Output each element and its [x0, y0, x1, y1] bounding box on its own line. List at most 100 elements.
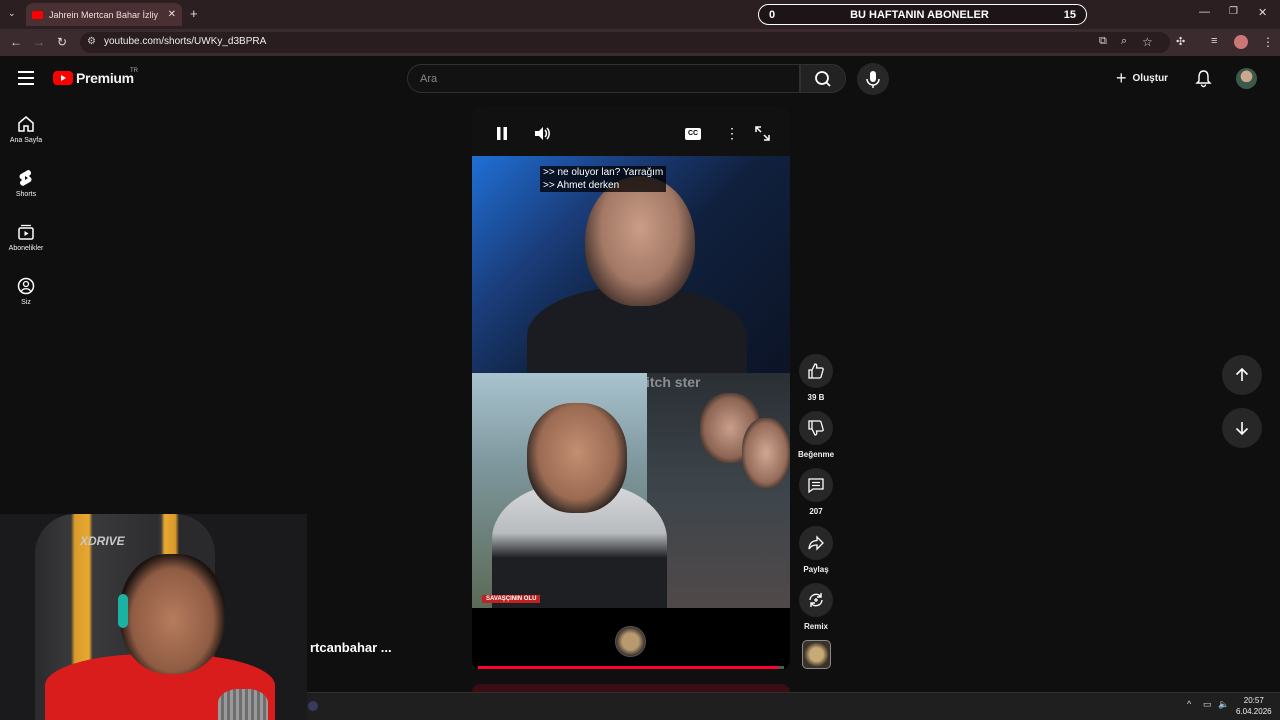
caption-line-2: >> Ahmet derken [543, 180, 620, 191]
tab-search-icon[interactable]: ⌄ [8, 8, 16, 19]
next-short-button[interactable] [1222, 408, 1262, 448]
remix-icon [809, 593, 823, 607]
caption-line-1: >> ne oluyor lan? Yarrağım [543, 167, 664, 178]
volume-icon[interactable] [534, 126, 552, 146]
search-button[interactable] [800, 64, 846, 93]
streamer-face [120, 554, 225, 674]
browser-menu-icon[interactable]: ⋮ [1262, 35, 1274, 49]
banner-left-count: 0 [769, 8, 776, 21]
video-frame-bottom: itch ster SAVAŞÇININ OLU [472, 373, 790, 608]
bookmark-star-icon[interactable]: ☆ [1142, 35, 1153, 49]
arrow-up-icon [1235, 367, 1249, 381]
comment-count: 207 [809, 507, 823, 516]
sidebar-item-subscriptions[interactable]: Abonelikler [0, 223, 52, 252]
sidebar-label-you: Siz [21, 299, 31, 306]
like-button[interactable]: 39 B [798, 354, 834, 402]
lower-third-tag: SAVAŞÇININ OLU [482, 595, 541, 603]
windows-taskbar [307, 692, 1280, 720]
chair-brand: XDRIVE [80, 534, 125, 548]
system-clock[interactable]: 20:57 6.04.2026 [1236, 695, 1272, 717]
account-avatar[interactable] [1236, 68, 1257, 89]
banner-title: BU HAFTANIN ABONELER [850, 8, 989, 21]
sidebar-label-shorts: Shorts [15, 191, 37, 198]
subscriptions-icon [18, 224, 34, 240]
zoom-icon[interactable]: ⌕ [1121, 35, 1127, 48]
share-button[interactable]: Paylaş [798, 526, 834, 574]
more-options-icon[interactable]: ⋮ [725, 125, 739, 142]
channel-avatar[interactable] [615, 626, 646, 657]
person-face-3 [742, 418, 790, 488]
hamburger-menu-icon[interactable] [18, 71, 34, 89]
headset [118, 594, 128, 628]
sidebar-item-you[interactable]: Siz [0, 277, 52, 306]
comment-icon [808, 478, 824, 494]
tab-title: Jahrein Mertcan Bahar İzliy [49, 9, 159, 20]
logo-region: TR [130, 68, 138, 74]
window-close-icon[interactable]: ✕ [1258, 6, 1267, 19]
sound-thumbnail[interactable] [802, 640, 831, 669]
captions-icon[interactable]: CC [685, 128, 701, 140]
new-tab-icon[interactable]: + [190, 6, 198, 21]
dislike-button[interactable]: Beğenme [798, 411, 834, 459]
sidebar-item-home[interactable]: Ana Sayfa [0, 115, 52, 144]
remix-button[interactable]: Remix [798, 583, 834, 631]
clock-time: 20:57 [1243, 696, 1264, 705]
sidebar-item-shorts[interactable]: Shorts [0, 169, 52, 198]
previous-short-button[interactable] [1222, 355, 1262, 395]
tab-active[interactable]: Jahrein Mertcan Bahar İzliy 🔊 ✕ [26, 3, 182, 26]
logo-text: Premium [76, 70, 134, 86]
studio-microphone [218, 689, 268, 720]
streamer-head [585, 176, 695, 306]
youtube-premium-logo[interactable]: Premium TR [53, 68, 138, 86]
restore-icon[interactable]: ❐ [1229, 6, 1238, 17]
progress-bar[interactable] [478, 666, 784, 669]
fullscreen-icon[interactable] [755, 126, 770, 146]
forward-icon[interactable]: → [33, 35, 45, 49]
back-icon[interactable]: ← [10, 35, 22, 49]
search-placeholder: Ara [420, 73, 438, 85]
banner-right-count: 15 [1063, 8, 1076, 21]
video-frame-top: >> ne oluyor lan? Yarrağım >> Ahmet derk… [472, 156, 790, 386]
media-controls-icon[interactable]: ≡ [1211, 35, 1217, 47]
channel-title[interactable]: rtcanbahar ... [310, 640, 392, 655]
tab-close-icon[interactable]: ✕ [168, 9, 176, 20]
sidebar-label-subscriptions: Abonelikler [8, 245, 44, 252]
thumbs-down-icon [808, 420, 824, 436]
tray-chevron-icon[interactable]: ^ [1187, 699, 1191, 709]
speaker-icon[interactable]: 🔈 [1218, 699, 1229, 710]
player-controls-bar [472, 106, 790, 156]
you-icon [17, 277, 35, 295]
site-info-icon[interactable]: ⚙ [87, 36, 96, 47]
minimize-icon[interactable]: — [1199, 6, 1210, 18]
subscribers-banner: 0 BU HAFTANIN ABONELER 15 [758, 4, 1087, 25]
shorts-player[interactable]: CC ⋮ >> ne oluyor lan? Yarrağım >> Ahmet… [472, 106, 790, 670]
notifications-bell-icon[interactable] [1195, 70, 1212, 91]
youtube-favicon-icon [32, 10, 43, 19]
clock-date: 6.04.2026 [1236, 707, 1272, 716]
share-label: Paylaş [803, 565, 829, 574]
search-icon [815, 71, 831, 87]
profile-avatar-icon[interactable] [1234, 35, 1248, 49]
webcam-overlay: XDRIVE [0, 514, 307, 720]
voice-search-button[interactable] [857, 63, 889, 95]
thumbs-up-icon [808, 363, 824, 379]
pause-icon[interactable] [496, 126, 508, 146]
sidebar-label-home: Ana Sayfa [9, 137, 43, 144]
person-face [527, 403, 627, 513]
dislike-label: Beğenme [798, 450, 835, 459]
comments-button[interactable]: 207 [798, 468, 834, 516]
remix-label: Remix [803, 622, 828, 631]
taskbar-app-icon[interactable] [308, 701, 318, 711]
url-text[interactable]: youtube.com/shorts/UWKy_d3BPRA [104, 36, 266, 47]
extensions-icon[interactable]: ✣ [1176, 35, 1185, 48]
reload-icon[interactable]: ↻ [57, 35, 67, 49]
search-input[interactable]: Ara [407, 64, 800, 93]
network-icon[interactable]: ▭ [1203, 699, 1212, 710]
plus-icon: + [1116, 68, 1127, 88]
youtube-logo-icon [53, 71, 73, 85]
home-icon [18, 116, 34, 132]
arrow-down-icon [1235, 422, 1249, 436]
create-button[interactable]: + Oluştur [1116, 68, 1168, 88]
install-app-icon[interactable]: ⧉ [1099, 35, 1107, 48]
like-count: 39 B [807, 393, 825, 402]
